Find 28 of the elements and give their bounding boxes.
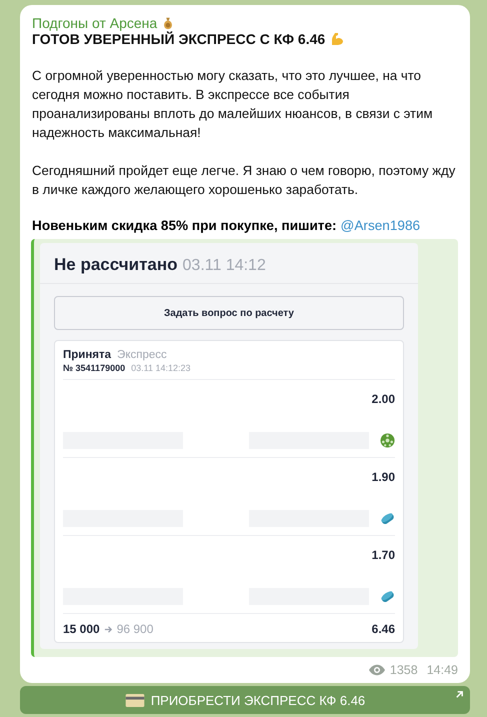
payout-amount: 96 900 xyxy=(116,622,154,636)
bet-number: № 3541179000 xyxy=(63,363,126,373)
ask-question-button[interactable]: Задать вопрос по расчету xyxy=(54,296,404,330)
message-time: 14:49 xyxy=(426,663,458,677)
post-paragraph: Сегодняшний пройдет еще легче. Я знаю о чем говорю, поэтому жду в личке каждого желающего хорошенько заработать. xyxy=(32,162,456,199)
soccer-ball-icon xyxy=(380,433,395,448)
bet-date: 03.11 14:12 xyxy=(182,257,266,275)
credit-card-icon xyxy=(124,694,145,706)
bet-type: Экспресс xyxy=(117,349,167,361)
total-odds: 6.46 xyxy=(372,622,395,636)
channel-name[interactable]: Подгоны от Арсена xyxy=(32,15,158,31)
arrow-icon xyxy=(104,624,113,634)
views-icon xyxy=(368,664,385,676)
event-odds: 1.90 xyxy=(372,470,395,484)
username-link[interactable]: @Arsen1986 xyxy=(340,218,420,233)
buy-button[interactable]: ПРИОБРЕСТИ ЭКСПРЕСС КФ 6.46 xyxy=(20,686,470,714)
stake-amount: 15 000 xyxy=(63,622,100,636)
bet-time: 03.11 14:12:23 xyxy=(131,363,190,373)
bet-status-title: Не рассчитано xyxy=(54,255,178,275)
flexed-arm-icon xyxy=(329,31,346,47)
view-count: 1358 xyxy=(390,663,418,677)
promo-text: Новеньким скидка 85% при покупке, пишите: xyxy=(32,218,337,233)
bet-status: Принята xyxy=(63,349,112,361)
event-odds: 2.00 xyxy=(372,392,395,406)
event-odds: 1.70 xyxy=(372,548,395,562)
post-paragraph: С огромной уверенностью могу сказать, что это лучшее, на что сегодня можно поставить. В экспрессе все события проанализированы вплоть до малейших нюансов, в связи с этим надежность максимальная! xyxy=(32,67,434,142)
external-arrow-icon xyxy=(455,690,464,699)
post-headline: ГОТОВ УВЕРЕННЫЙ ЭКСПРЕСС С КФ 6.46 xyxy=(32,31,326,47)
